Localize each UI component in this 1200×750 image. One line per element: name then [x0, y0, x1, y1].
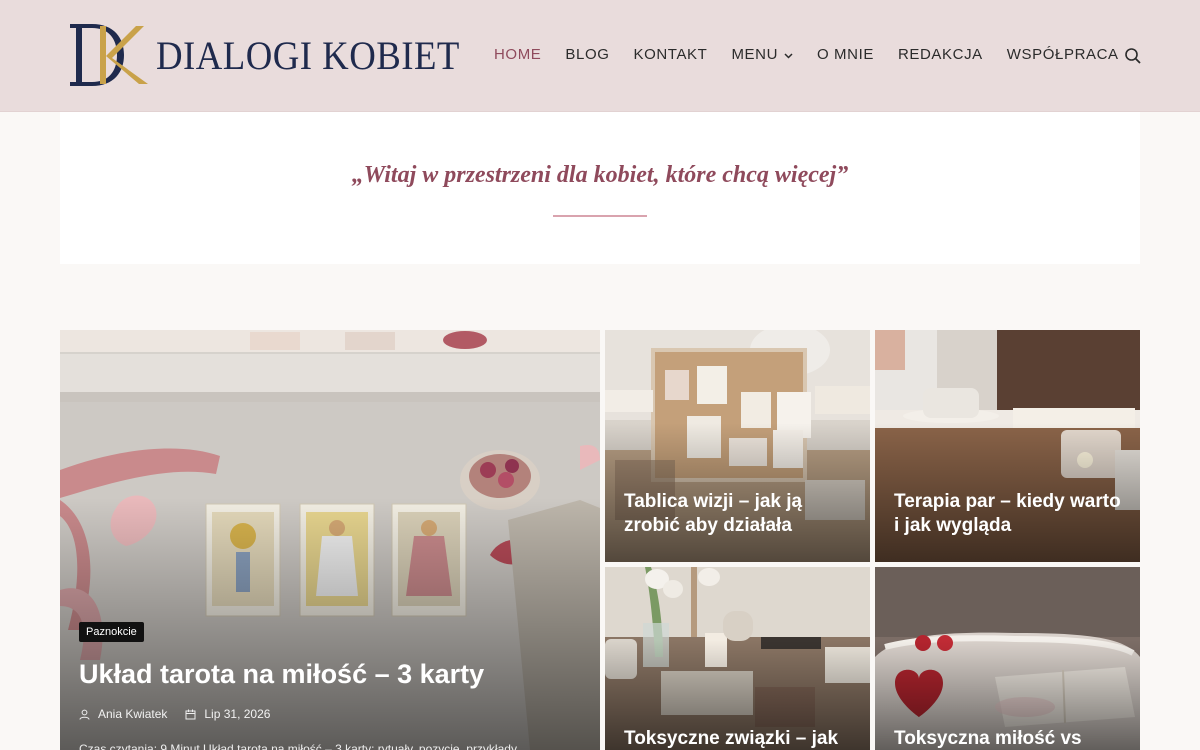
post-title[interactable]: Tablica wizji – jak ją zrobić aby działa…	[624, 490, 854, 538]
date-text: Lip 31, 2026	[204, 707, 271, 721]
welcome-tagline: „Witaj w przestrzeni dla kobiet, które c…	[351, 162, 849, 188]
logo-monogram	[66, 22, 154, 88]
post-title-line: Terapia par – kiedy warto	[894, 491, 1121, 512]
chevron-down-icon	[784, 46, 793, 63]
nav-menu[interactable]: MENU	[731, 46, 793, 63]
post-title-line: Tablica wizji – jak ją	[624, 491, 803, 512]
post-title-line: zrobić aby działała	[624, 515, 792, 536]
calendar-icon	[185, 709, 196, 719]
post-author[interactable]: Ania Kwiatek	[79, 707, 167, 721]
post-card[interactable]: Toksyczna miłość vs	[875, 567, 1140, 750]
post-title[interactable]: Terapia par – kiedy warto i jak wygląda	[894, 490, 1129, 538]
welcome-section: „Witaj w przestrzeni dla kobiet, które c…	[60, 112, 1140, 264]
nav-redakcja[interactable]: REDAKCJA	[898, 46, 983, 63]
post-title[interactable]: Toksyczna miłość vs	[894, 727, 1129, 750]
post-title-line: Toksyczna miłość vs	[894, 728, 1082, 749]
site-header: DIALOGI KOBIET HOME BLOG KONTAKT MENU O …	[0, 0, 1200, 112]
nav-wspolpraca[interactable]: WSPÓŁPRACA	[1007, 46, 1119, 63]
nav-o-mnie[interactable]: O MNIE	[817, 46, 874, 63]
site-logo[interactable]: DIALOGI KOBIET	[66, 22, 486, 88]
user-icon	[79, 709, 90, 720]
post-title-line: Toksyczne związki – jak	[624, 728, 839, 749]
post-card[interactable]: Terapia par – kiedy warto i jak wygląda	[875, 330, 1140, 562]
post-title[interactable]: Toksyczne związki – jak	[624, 727, 859, 750]
post-meta: Ania Kwiatek Lip 31, 2026	[79, 707, 288, 721]
featured-post-title[interactable]: Układ tarota na miłość – 3 karty	[79, 658, 579, 690]
post-card[interactable]: Tablica wizji – jak ją zrobić aby działa…	[605, 330, 870, 562]
nav-menu-label: MENU	[731, 46, 779, 63]
featured-post-card[interactable]: Paznokcie Układ tarota na miłość – 3 kar…	[60, 330, 600, 750]
post-card[interactable]: Toksyczne związki – jak	[605, 567, 870, 750]
divider	[553, 215, 647, 217]
main-nav: HOME BLOG KONTAKT MENU O MNIE REDAKCJA W…	[494, 46, 1143, 63]
author-name: Ania Kwiatek	[98, 707, 168, 721]
category-badge[interactable]: Paznokcie	[79, 622, 144, 642]
nav-blog[interactable]: BLOG	[565, 46, 609, 63]
nav-kontakt[interactable]: KONTAKT	[634, 46, 708, 63]
nav-home[interactable]: HOME	[494, 46, 541, 63]
logo-text: DIALOGI KOBIET	[156, 32, 460, 78]
post-title-line: i jak wygląda	[894, 515, 1012, 536]
search-icon[interactable]	[1124, 47, 1142, 65]
post-excerpt: Czas czytania: 9 Minut Układ tarota na m…	[79, 742, 517, 750]
post-date: Lip 31, 2026	[185, 707, 270, 721]
